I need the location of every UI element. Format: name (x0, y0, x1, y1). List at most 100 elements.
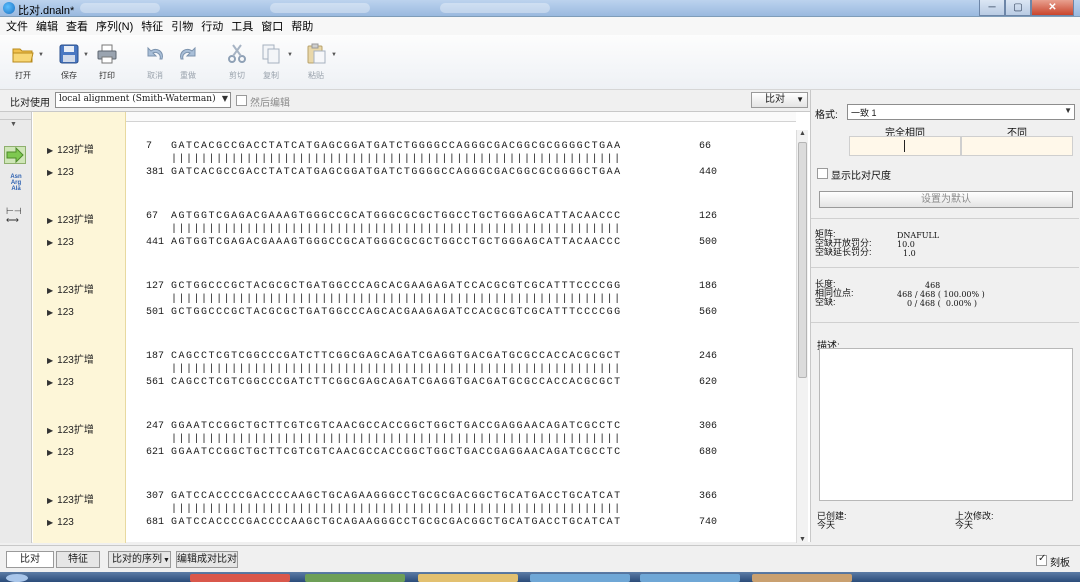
expand-icon[interactable]: ▶ (47, 146, 53, 155)
end-position: 66 (699, 141, 712, 152)
show-scale-checkbox[interactable] (817, 168, 828, 179)
sequence-name[interactable]: ▶ 123扩增 (47, 211, 94, 226)
cut-button[interactable]: 剪切 (220, 43, 254, 81)
format-select[interactable]: 一致 1 ▼ (847, 104, 1075, 120)
expand-icon[interactable]: ▶ (47, 308, 53, 317)
scroll-thumb[interactable] (798, 142, 807, 378)
taskbar-item[interactable] (752, 574, 852, 582)
vertical-scrollbar[interactable]: ▲ ▼ (796, 130, 808, 543)
menu-window[interactable]: 窗口 (259, 18, 289, 34)
maximize-icon[interactable]: ▢ (1005, 0, 1031, 16)
menu-help[interactable]: 帮助 (289, 18, 319, 34)
menu-tools[interactable]: 工具 (229, 18, 259, 34)
expand-icon[interactable]: ▶ (47, 426, 53, 435)
gaps-value: 0 / 468 ( 0.00% ) (907, 299, 977, 308)
end-position: 126 (699, 211, 718, 222)
save-button[interactable]: 保存 (52, 43, 86, 81)
end-position: 680 (699, 447, 718, 458)
menu-actions[interactable]: 行动 (199, 18, 229, 34)
then-edit-checkbox[interactable] (236, 95, 247, 106)
ruler-icon[interactable]: ⊢⊣ ⟷ (6, 207, 22, 225)
ruler-checkbox[interactable] (1036, 553, 1047, 566)
scroll-down-icon[interactable]: ▼ (799, 536, 806, 543)
open-button[interactable]: 打开 (6, 43, 40, 81)
compare-button[interactable]: 比对 ▼ (751, 92, 808, 108)
expand-icon[interactable]: ▶ (47, 238, 53, 247)
scroll-up-icon[interactable]: ▲ (799, 130, 806, 137)
start-position: 7 (146, 141, 153, 152)
start-position: 441 (146, 237, 165, 248)
tab-alignment[interactable]: 比对 (6, 551, 54, 568)
paste-dropdown-icon[interactable]: ▼ (331, 52, 337, 58)
save-dropdown-icon[interactable]: ▼ (83, 52, 89, 58)
sequence-name[interactable]: ▶ 123 (47, 237, 74, 248)
menu-file[interactable]: 文件 (4, 18, 34, 34)
start-position: 561 (146, 377, 165, 388)
menu-primers[interactable]: 引物 (169, 18, 199, 34)
expand-icon[interactable]: ▶ (47, 216, 53, 225)
sequence-name[interactable]: ▶ 123 (47, 377, 74, 388)
paste-button[interactable]: 粘贴 (299, 43, 333, 81)
edit-pairwise-button[interactable]: 编辑成对比对 (176, 551, 238, 568)
expand-icon[interactable]: ▶ (47, 378, 53, 387)
undo-icon (147, 46, 163, 60)
aligned-sequences-menu[interactable]: 比对的序列▼ (108, 551, 171, 568)
sequence-name[interactable]: ▶ 123 (47, 167, 74, 178)
description-field[interactable] (819, 348, 1073, 501)
different-color-swatch[interactable] (961, 136, 1073, 156)
taskbar-item[interactable] (530, 574, 630, 582)
undo-button[interactable]: 取消 (138, 43, 172, 81)
collapse-icon[interactable]: ▼ (10, 121, 17, 128)
taskbar-item[interactable] (418, 574, 518, 582)
alignment-options-bar: 比对使用 local alignment (Smith-Waterman) ▼ … (0, 90, 810, 111)
chevron-down-icon: ▼ (796, 95, 804, 104)
copy-button[interactable]: 复制 (254, 43, 288, 81)
gap-extend-value: 1.0 (903, 249, 916, 258)
taskbar-item[interactable] (305, 574, 405, 582)
sequence-name[interactable]: ▶ 123扩增 (47, 421, 94, 436)
bottom-bar: 比对 特征 比对的序列▼ 编辑成对比对 刻板 (0, 545, 1080, 572)
chevron-down-icon: ▼ (221, 94, 228, 103)
menu-bar: 文件 编辑 查看 序列(N) 特征 引物 行动 工具 窗口 帮助 (0, 17, 1080, 35)
taskbar-item[interactable] (190, 574, 290, 582)
expand-icon[interactable]: ▶ (47, 448, 53, 457)
sequence-name[interactable]: ▶ 123 (47, 447, 74, 458)
gap-open-value: 10.0 (897, 240, 915, 249)
sequence-name[interactable]: ▶ 123扩增 (47, 351, 94, 366)
align-method-select[interactable]: local alignment (Smith-Waterman) ▼ (55, 92, 231, 108)
translate-icon[interactable]: Asn Arg Ala (7, 174, 25, 192)
menu-edit[interactable]: 编辑 (34, 18, 64, 34)
floppy-icon (59, 44, 79, 64)
open-dropdown-icon[interactable]: ▼ (38, 52, 44, 58)
close-icon[interactable]: ✕ (1031, 0, 1074, 16)
set-default-button[interactable]: 设置为默认 (819, 191, 1073, 208)
next-difference-button[interactable] (4, 146, 26, 164)
expand-icon[interactable]: ▶ (47, 518, 53, 527)
print-button[interactable]: 打印 (90, 43, 124, 81)
expand-icon[interactable]: ▶ (47, 286, 53, 295)
background-tab (440, 3, 550, 13)
sequence-name[interactable]: ▶ 123 (47, 517, 74, 528)
copy-dropdown-icon[interactable]: ▼ (287, 52, 293, 58)
start-position: 307 (146, 491, 165, 502)
printer-icon (97, 44, 117, 64)
redo-button[interactable]: 重做 (171, 43, 205, 81)
taskbar-item[interactable] (640, 574, 740, 582)
menu-view[interactable]: 查看 (64, 18, 94, 34)
sequence-name[interactable]: ▶ 123 (47, 307, 74, 318)
end-position: 306 (699, 421, 718, 432)
sequence-name[interactable]: ▶ 123扩增 (47, 491, 94, 506)
sequence-text: CAGCCTCGTCGGCCCGATCTTCGGCGAGCAGATCGAGGTG… (171, 351, 622, 362)
sequence-name[interactable]: ▶ 123扩增 (47, 281, 94, 296)
sequence-text: AGTGGTCGAGACGAAAGTGGGCCGCATGGGCGCGCTGGCC… (171, 211, 622, 222)
tab-features[interactable]: 特征 (56, 551, 100, 568)
expand-icon[interactable]: ▶ (47, 496, 53, 505)
start-icon[interactable] (6, 574, 28, 582)
identical-color-swatch[interactable] (849, 136, 961, 156)
expand-icon[interactable]: ▶ (47, 356, 53, 365)
menu-sequence[interactable]: 序列(N) (94, 18, 139, 34)
expand-icon[interactable]: ▶ (47, 168, 53, 177)
sequence-name[interactable]: ▶ 123扩增 (47, 141, 94, 156)
menu-features[interactable]: 特征 (139, 18, 169, 34)
minimize-icon[interactable]: ─ (979, 0, 1005, 16)
